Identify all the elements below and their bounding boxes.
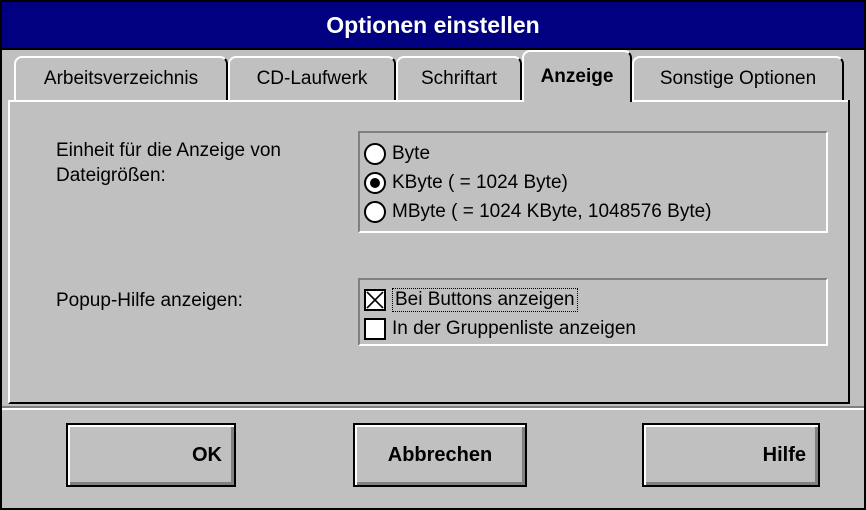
checkbox-gruppenliste[interactable]: In der Gruppenliste anzeigen <box>364 318 636 340</box>
popup-help-label: Popup-Hilfe anzeigen: <box>56 290 243 311</box>
options-dialog: Optionen einstellen Arbeitsverzeichnis C… <box>0 0 866 510</box>
tab-arbeitsverzeichnis[interactable]: Arbeitsverzeichnis <box>14 56 228 100</box>
ok-button[interactable]: OK <box>66 423 236 487</box>
checkbox-icon <box>364 318 386 340</box>
help-button[interactable]: Hilfe <box>642 423 820 487</box>
checkbox-label: In der Gruppenliste anzeigen <box>392 318 636 339</box>
radio-button-icon <box>364 201 386 223</box>
size-unit-label-line1: Einheit für die Anzeige von <box>56 140 281 161</box>
tab-label: Schriftart <box>420 68 498 89</box>
ok-button-label: OK <box>192 443 222 466</box>
checkbox-checked-icon <box>364 289 386 311</box>
tab-cd-laufwerk[interactable]: CD-Laufwerk <box>228 56 396 100</box>
title-bar: Optionen einstellen <box>2 2 864 50</box>
size-unit-group: Byte KByte ( = 1024 Byte) MByte ( = 1024… <box>358 131 828 233</box>
tab-label: CD-Laufwerk <box>256 68 368 89</box>
radio-button-icon <box>364 143 386 165</box>
tab-anzeige[interactable]: Anzeige <box>522 50 632 102</box>
tab-label: Sonstige Optionen <box>659 68 817 89</box>
size-unit-label: Einheit für die Anzeige von Dateigrößen: <box>56 138 281 188</box>
tab-panel-anzeige: Einheit für die Anzeige von Dateigrößen:… <box>8 100 850 404</box>
checkbox-label: Bei Buttons anzeigen <box>392 288 578 312</box>
tab-label: Anzeige <box>540 66 614 87</box>
tab-schriftart[interactable]: Schriftart <box>396 56 522 100</box>
radio-kbyte[interactable]: KByte ( = 1024 Byte) <box>364 172 568 194</box>
window-title: Optionen einstellen <box>326 11 540 38</box>
tab-sonstige-optionen[interactable]: Sonstige Optionen <box>632 56 844 100</box>
popup-help-group: Bei Buttons anzeigen In der Gruppenliste… <box>358 278 828 346</box>
radio-button-selected-icon <box>364 172 386 194</box>
size-unit-label-line2: Dateigrößen: <box>56 165 166 186</box>
cancel-button-label: Abbrechen <box>387 443 493 466</box>
radio-mbyte[interactable]: MByte ( = 1024 KByte, 1048576 Byte) <box>364 201 712 223</box>
cancel-button[interactable]: Abbrechen <box>353 423 527 487</box>
tab-label: Arbeitsverzeichnis <box>43 68 199 89</box>
radio-label: KByte ( = 1024 Byte) <box>392 172 568 193</box>
radio-byte[interactable]: Byte <box>364 143 430 165</box>
checkbox-bei-buttons[interactable]: Bei Buttons anzeigen <box>364 288 578 312</box>
help-button-label: Hilfe <box>762 443 806 466</box>
radio-label: MByte ( = 1024 KByte, 1048576 Byte) <box>392 201 712 222</box>
radio-label: Byte <box>392 143 431 164</box>
separator <box>2 408 864 410</box>
